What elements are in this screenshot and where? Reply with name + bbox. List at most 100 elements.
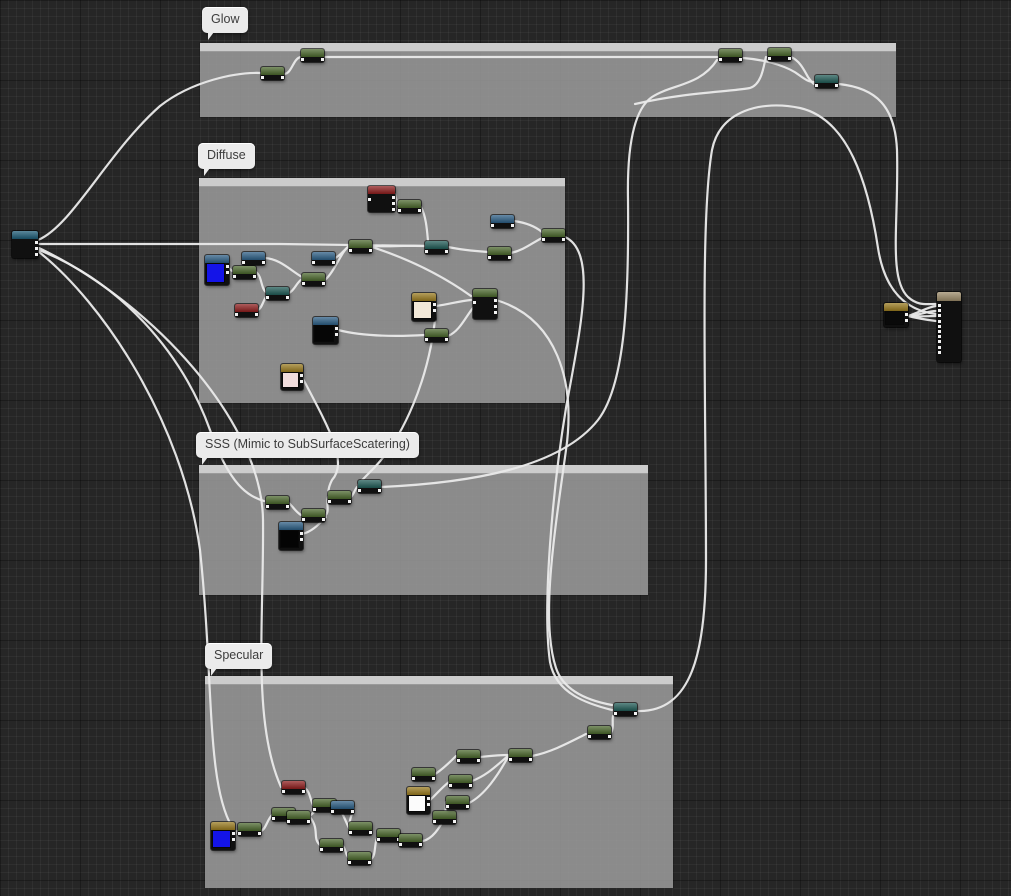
op-node[interactable] [425,329,448,342]
pin[interactable] [427,803,430,806]
color-swatch[interactable] [409,796,425,811]
op-node[interactable] [377,829,400,842]
pin[interactable] [287,820,290,823]
pin[interactable] [938,314,941,317]
op-node[interactable] [312,252,335,265]
color-swatch[interactable] [315,326,333,341]
color-parameter-node[interactable] [412,293,436,321]
pin[interactable] [368,861,371,864]
pin[interactable] [938,304,941,307]
op-node[interactable] [446,796,469,809]
pin[interactable] [351,810,354,813]
comment-title-diffuse[interactable]: Diffuse [198,143,255,169]
op-node[interactable] [588,726,611,739]
pin[interactable] [369,249,372,252]
op-node[interactable] [320,839,343,852]
op-node[interactable] [614,703,637,716]
op-node[interactable] [768,48,791,61]
pin[interactable] [307,820,310,823]
pin[interactable] [477,759,480,762]
pin[interactable] [328,500,331,503]
pin[interactable] [226,265,229,268]
pin[interactable] [412,777,415,780]
pin[interactable] [266,296,269,299]
pin[interactable] [378,489,381,492]
pin[interactable] [788,57,791,60]
pin[interactable] [562,238,565,241]
pin[interactable] [509,758,512,761]
op-node[interactable] [412,768,435,781]
pin[interactable] [494,311,497,314]
pin[interactable] [321,58,324,61]
pin[interactable] [529,758,532,761]
op-node[interactable] [433,811,456,824]
texture-sample-node[interactable] [368,186,395,212]
pin[interactable] [938,335,941,338]
pin[interactable] [331,810,334,813]
pin[interactable] [258,832,261,835]
pin[interactable] [35,247,38,250]
op-node[interactable] [425,241,448,254]
pin[interactable] [768,57,771,60]
pin[interactable] [419,843,422,846]
color-parameter-node[interactable] [884,303,908,327]
pin[interactable] [266,505,269,508]
op-node[interactable] [358,480,381,493]
pin[interactable] [392,208,395,211]
op-node[interactable] [488,247,511,260]
op-node[interactable] [331,801,354,814]
pin[interactable] [369,831,372,834]
pin[interactable] [508,256,511,259]
pin[interactable] [340,848,343,851]
comment-title-sss[interactable]: SSS (Mimic to SubSurfaceScatering) [196,432,419,458]
pin[interactable] [335,333,338,336]
pin[interactable] [226,271,229,274]
pin[interactable] [466,805,469,808]
pin[interactable] [300,380,303,383]
pin[interactable] [469,784,472,787]
pin[interactable] [235,313,238,316]
color-parameter-node[interactable] [205,255,229,285]
pin[interactable] [399,843,402,846]
op-node[interactable] [287,811,310,824]
op-node[interactable] [233,266,256,279]
op-node[interactable] [282,781,305,794]
pin[interactable] [719,58,722,61]
pin[interactable] [302,282,305,285]
pin[interactable] [312,261,315,264]
op-node[interactable] [449,775,472,788]
op-node[interactable] [266,287,289,300]
color-swatch[interactable] [283,373,298,387]
pin[interactable] [433,309,436,312]
pin[interactable] [938,351,941,354]
pin[interactable] [322,282,325,285]
pin[interactable] [425,338,428,341]
pin[interactable] [835,84,838,87]
pin[interactable] [281,76,284,79]
pin[interactable] [320,848,323,851]
pin[interactable] [35,253,38,256]
pin[interactable] [300,538,303,541]
pin[interactable] [349,249,352,252]
pin[interactable] [301,58,304,61]
op-node[interactable] [815,75,838,88]
pin[interactable] [445,250,448,253]
pin[interactable] [938,325,941,328]
pin[interactable] [905,319,908,322]
op-node[interactable] [302,273,325,286]
graph-canvas[interactable]: Glow Diffuse SSS (Mimic to SubSurfaceSca… [0,0,1011,896]
pin[interactable] [348,500,351,503]
pin[interactable] [35,241,38,244]
color-parameter-node[interactable] [281,364,303,390]
pin[interactable] [302,518,305,521]
op-node[interactable] [349,240,372,253]
pin[interactable] [392,202,395,205]
pin[interactable] [433,820,436,823]
color-parameter-node[interactable] [211,822,235,850]
pin[interactable] [588,735,591,738]
pin[interactable] [282,790,285,793]
pin[interactable] [335,327,338,330]
pin[interactable] [488,256,491,259]
op-node[interactable] [328,491,351,504]
pin[interactable] [255,313,258,316]
